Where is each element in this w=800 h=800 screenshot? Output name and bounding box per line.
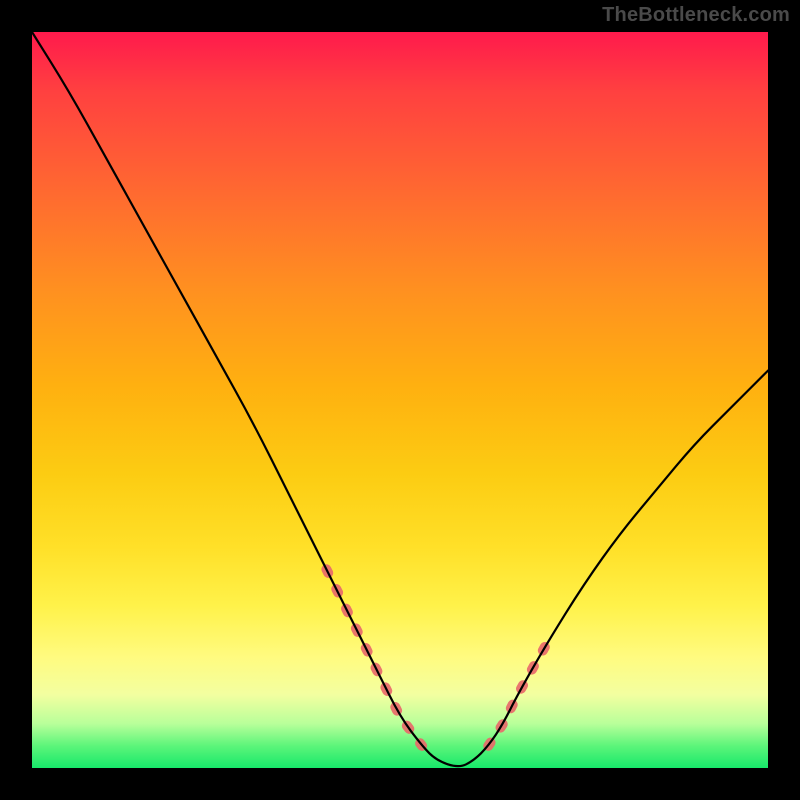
attribution-watermark: TheBottleneck.com	[602, 4, 790, 27]
plot-area	[32, 32, 768, 768]
bottleneck-curve-path	[32, 32, 768, 766]
highlight-layer	[326, 569, 547, 746]
bottleneck-curve-svg	[32, 32, 768, 768]
chart-frame: TheBottleneck.com	[0, 0, 800, 800]
